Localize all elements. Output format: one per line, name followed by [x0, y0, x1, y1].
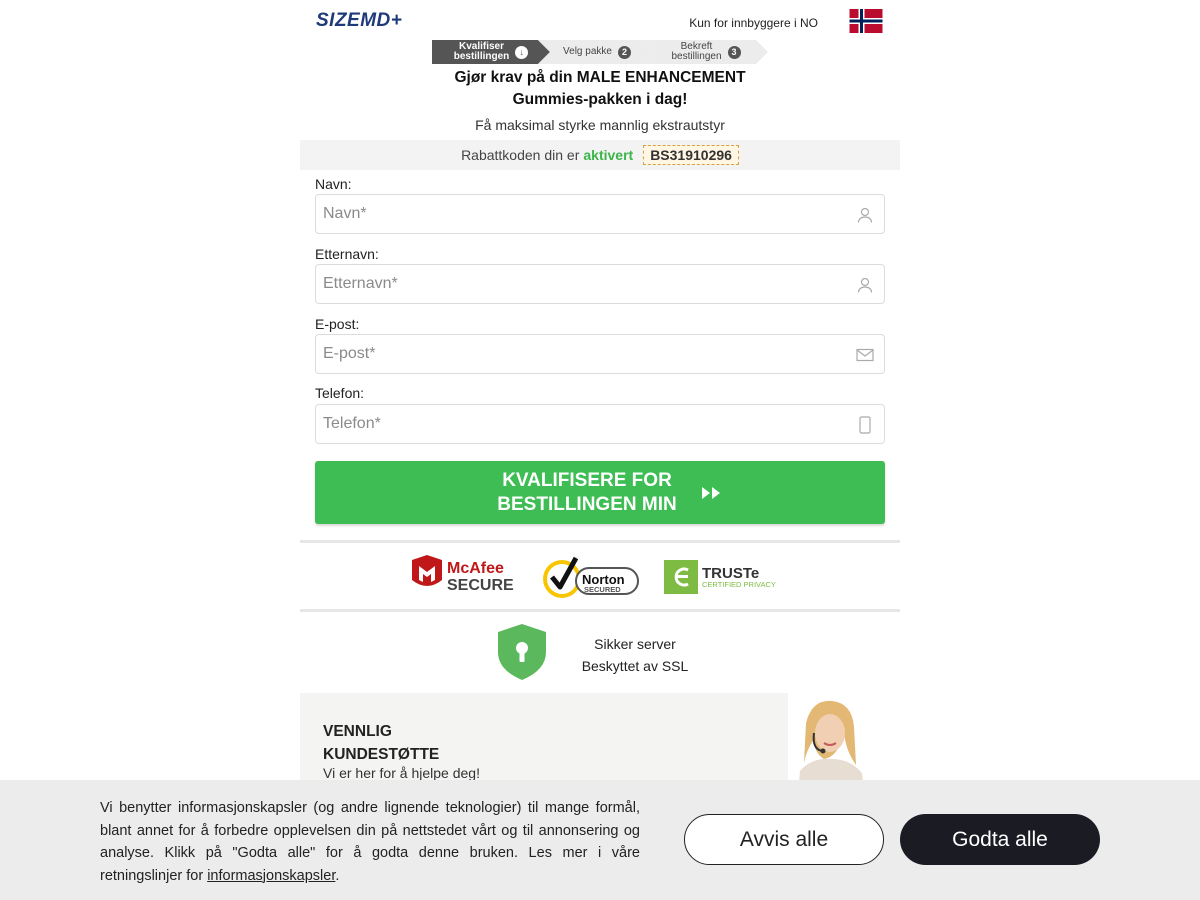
first-name-input[interactable] — [316, 195, 836, 233]
support-agent-image — [788, 693, 900, 793]
promo-bar: Rabattkoden din er aktivert BS31910296 — [300, 140, 900, 170]
last-name-input[interactable] — [316, 265, 836, 303]
step-number: 3 — [727, 45, 741, 59]
user-icon — [857, 277, 873, 293]
double-arrow-icon — [702, 486, 720, 499]
envelope-icon — [856, 348, 874, 362]
truste-line2: CERTIFIED PRIVACY — [702, 580, 776, 589]
shield-lock-icon — [498, 624, 546, 680]
email-label: E-post: — [315, 316, 360, 332]
page-subtitle: Få maksimal styrke mannlig ekstrautstyr — [475, 117, 725, 133]
accept-all-button[interactable]: Godta alle — [900, 814, 1100, 865]
step-label: bestillingen — [671, 51, 722, 62]
cookie-trailing: . — [335, 867, 340, 884]
phone-input[interactable] — [316, 405, 836, 443]
promo-code: BS31910296 — [643, 145, 739, 165]
divider — [300, 540, 900, 543]
first-name-field[interactable] — [315, 194, 885, 234]
support-title: VENNLIG KUNDESTØTTE — [323, 720, 439, 766]
arrow-down-icon: ↓ — [515, 45, 529, 59]
qualify-submit-button[interactable]: KVALIFISERE FOR BESTILLINGEN MIN — [315, 461, 885, 524]
ssl-info: Sikker server Beskyttet av SSL — [570, 633, 700, 677]
cookie-text: Vi benytter informasjonskapsler (og andr… — [100, 797, 640, 887]
norton-secured-badge: Norton SECURED — [543, 556, 639, 598]
support-title-line: KUNDESTØTTE — [323, 746, 440, 763]
mcafee-line2: SECURE — [447, 577, 514, 594]
checkout-page: SIZEMD+ Kun for innbyggere i NO Kvalifis… — [300, 0, 900, 900]
last-name-field[interactable] — [315, 264, 885, 304]
country-note: Kun for innbyggere i NO — [689, 16, 818, 30]
step-label: Velg pakke — [563, 46, 612, 57]
support-subtitle: Vi er her for å hjelpe deg! — [323, 765, 480, 781]
submit-label-line: KVALIFISERE FOR — [502, 469, 672, 491]
norway-flag-icon — [849, 9, 883, 33]
ssl-line: Beskyttet av SSL — [581, 658, 689, 674]
page-title-line: Gjør krav på din MALE ENHANCEMENT — [454, 69, 746, 86]
email-field[interactable] — [315, 334, 885, 374]
page-title: Gjør krav på din MALE ENHANCEMENT Gummie… — [300, 67, 900, 111]
page-title-line: Gummies-pakken i dag! — [512, 91, 688, 108]
phone-icon — [859, 416, 871, 434]
email-input[interactable] — [316, 335, 836, 373]
step-label: bestillingen — [453, 51, 510, 62]
ssl-line: Sikker server — [594, 636, 676, 652]
promo-status: aktivert — [583, 147, 634, 163]
reject-all-button[interactable]: Avvis alle — [684, 814, 884, 865]
step-qualify: Kvalifiser bestillingen ↓ — [432, 40, 550, 64]
support-title-line: VENNLIG — [323, 723, 392, 740]
last-name-label: Etternavn: — [315, 246, 379, 262]
step-choose-package: Velg pakke 2 — [538, 40, 656, 64]
phone-label: Telefon: — [315, 385, 365, 401]
checkout-steps: Kvalifiser bestillingen ↓ Velg pakke 2 Be… — [432, 40, 772, 64]
cookie-banner: Vi benytter informasjonskapsler (og andr… — [0, 780, 1200, 900]
site-logo[interactable]: SIZEMD+ — [316, 10, 402, 32]
cookie-message: Vi benytter informasjonskapsler (og andr… — [100, 800, 640, 884]
user-icon — [857, 207, 873, 223]
step-confirm: Bekreft bestillingen 3 — [644, 40, 768, 64]
mcafee-secure-badge: McAfee SECURE — [412, 555, 514, 594]
cookie-policy-link[interactable]: informasjonskapsler — [207, 868, 335, 884]
promo-prefix: Rabattkoden din er — [461, 147, 580, 163]
first-name-label: Navn: — [315, 176, 352, 192]
support-section: VENNLIG KUNDESTØTTE Vi er her for å hjel… — [300, 693, 900, 793]
divider — [300, 609, 900, 612]
truste-badge: TRUSTe CERTIFIED PRIVACY — [664, 560, 776, 594]
trust-badges: McAfee SECURE Norton SECURED TRUSTe CERT… — [300, 548, 900, 606]
norton-line2: SECURED — [584, 585, 621, 594]
submit-label-line: BESTILLINGEN MIN — [497, 493, 677, 515]
phone-field[interactable] — [315, 404, 885, 444]
mcafee-line1: McAfee — [447, 560, 504, 577]
step-number: 2 — [617, 45, 631, 59]
